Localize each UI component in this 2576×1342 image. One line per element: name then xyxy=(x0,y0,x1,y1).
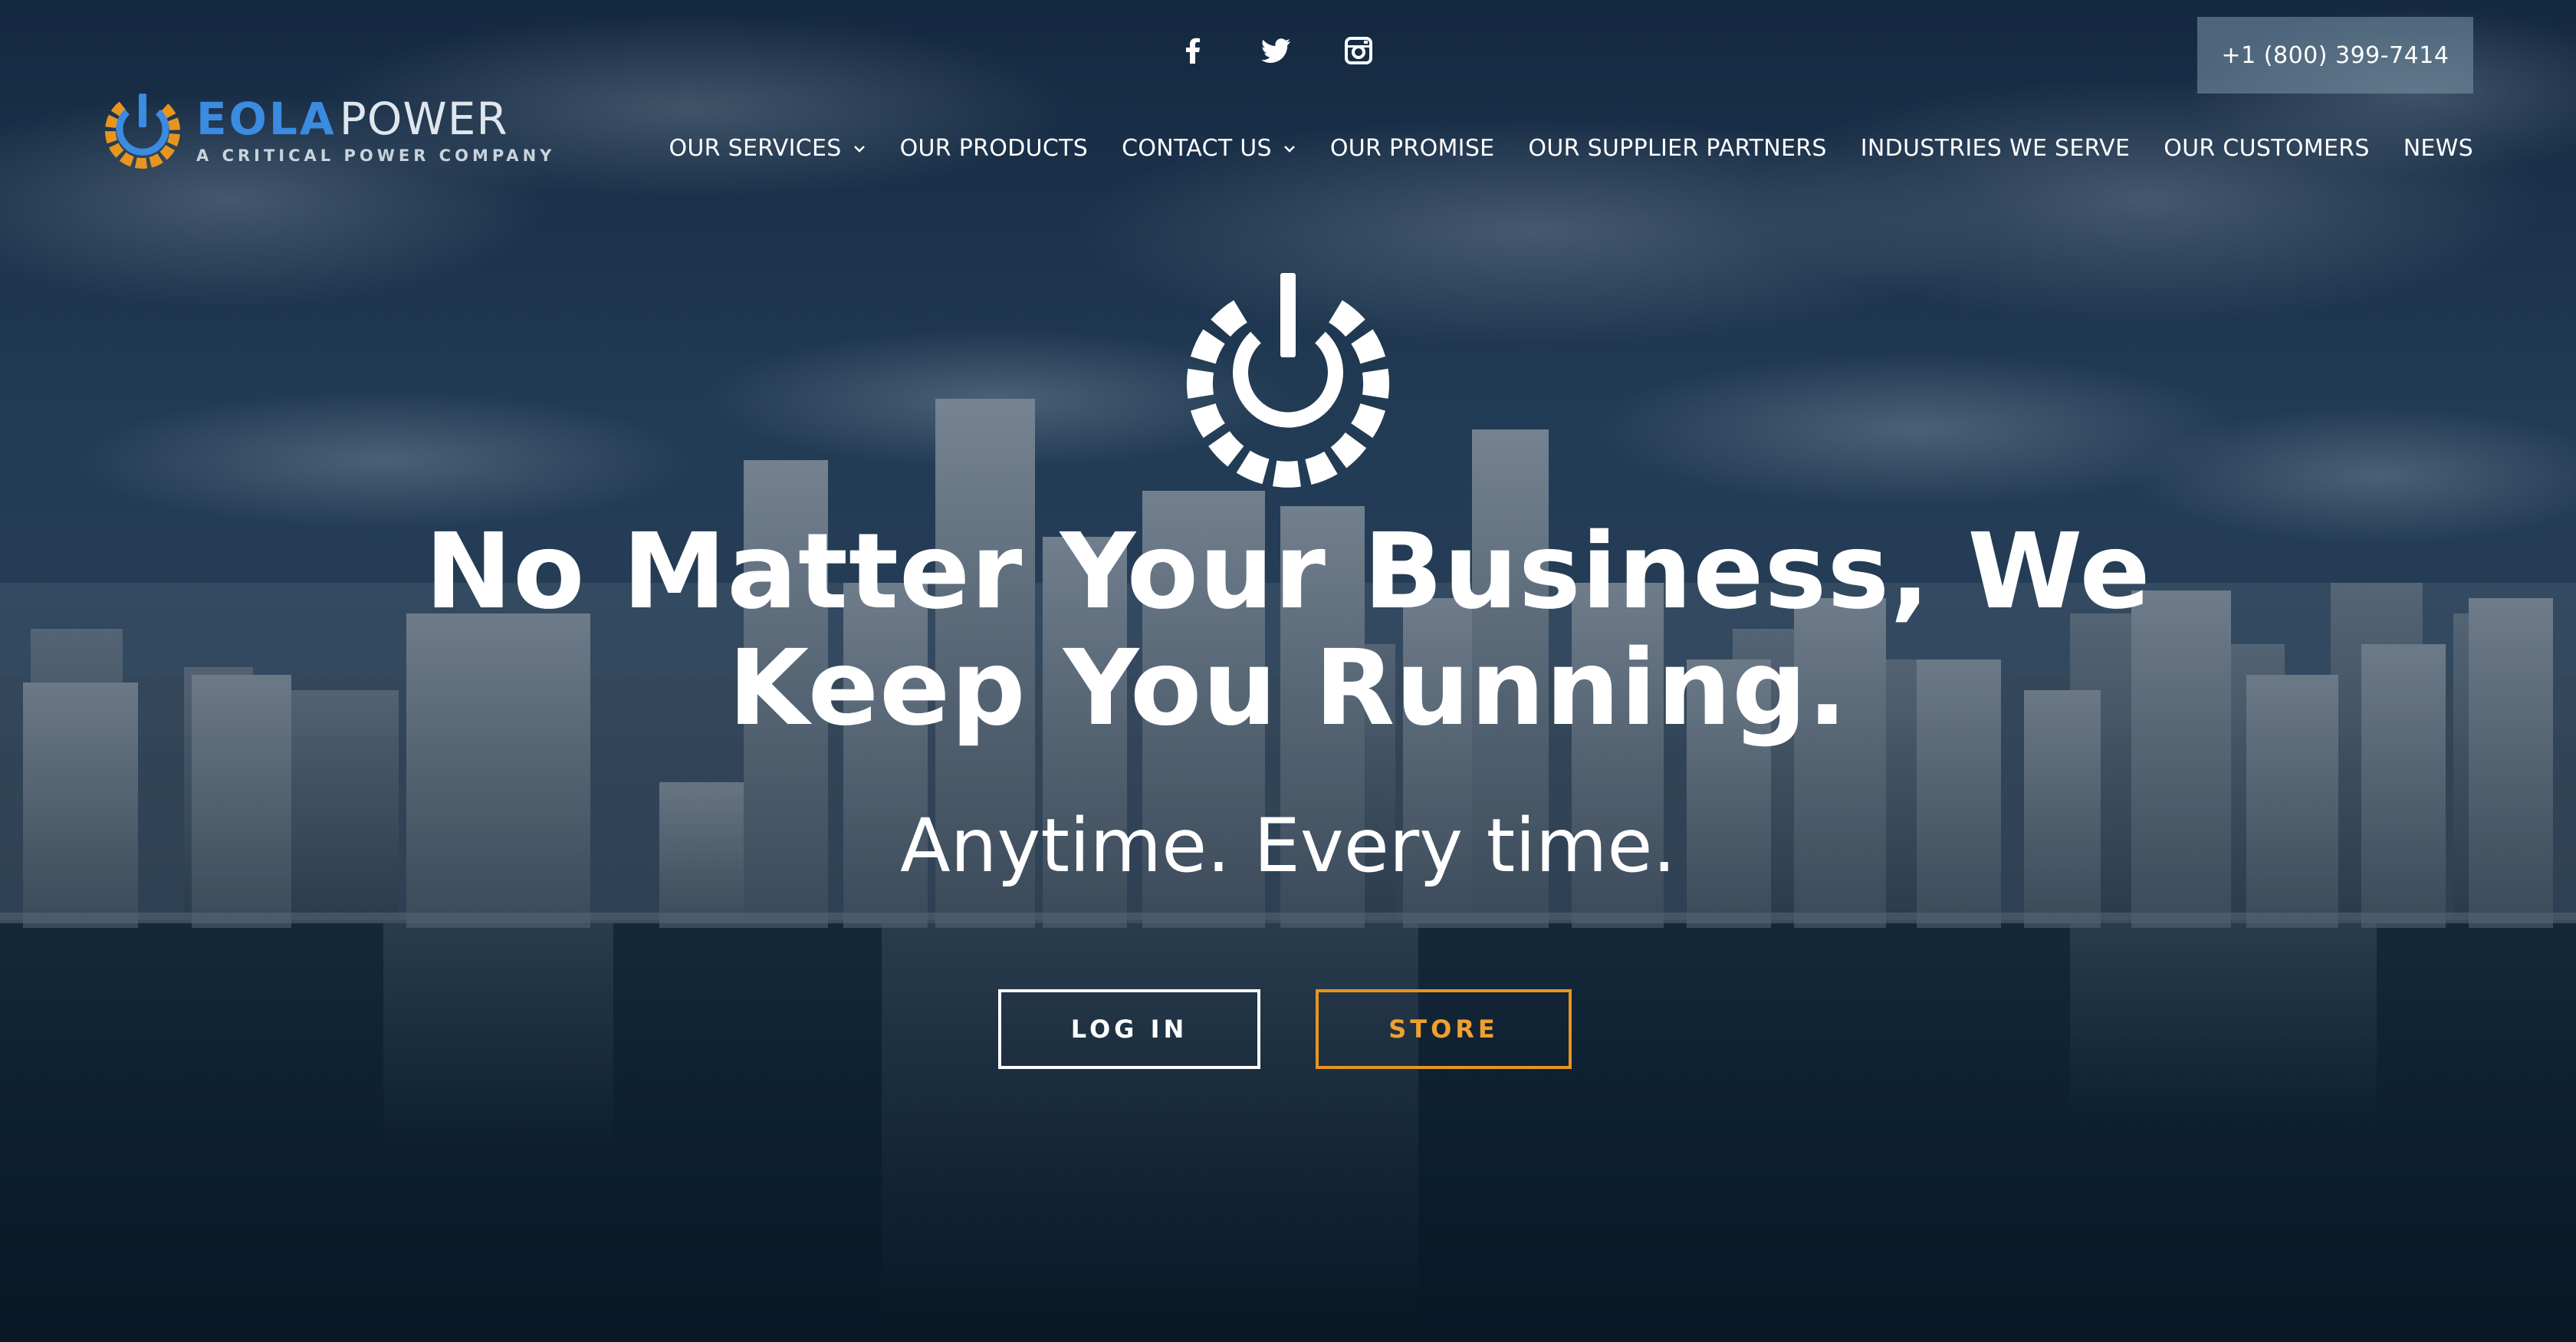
nav-item-label: OUR SUPPLIER PARTNERS xyxy=(1528,135,1827,162)
nav-item-our-products[interactable]: OUR PRODUCTS xyxy=(900,135,1088,162)
chevron-down-icon xyxy=(1283,142,1296,156)
nav-item-our-supplier-partners[interactable]: OUR SUPPLIER PARTNERS xyxy=(1528,135,1826,162)
social-links xyxy=(1173,34,1378,67)
store-button[interactable]: STORE xyxy=(1316,989,1572,1069)
nav-item-label: CONTACT US xyxy=(1122,135,1272,162)
hero-title: No Matter Your Business, We Keep You Run… xyxy=(0,514,2576,747)
nav-item-label: NEWS xyxy=(2403,135,2473,162)
site-logo[interactable]: EOLA POWER A CRITICAL POWER COMPANY xyxy=(100,90,555,170)
nav-item-label: OUR PRODUCTS xyxy=(899,135,1089,162)
nav-item-label: OUR CUSTOMERS xyxy=(2164,135,2370,162)
store-button-label: STORE xyxy=(1388,1015,1499,1044)
instagram-icon[interactable] xyxy=(1339,34,1378,67)
nav-item-label: OUR SERVICES xyxy=(669,135,842,162)
nav-item-label: OUR PROMISE xyxy=(1329,135,1495,162)
hero-title-line1: No Matter Your Business, We xyxy=(425,511,2151,633)
nav-item-our-services[interactable]: OUR SERVICES xyxy=(669,135,866,162)
nav-item-our-customers[interactable]: OUR CUSTOMERS xyxy=(2164,135,2369,162)
nav-item-industries-we-serve[interactable]: INDUSTRIES WE SERVE xyxy=(1861,135,2130,162)
nav-item-label: INDUSTRIES WE SERVE xyxy=(1860,135,2131,162)
hero-title-line2: Keep You Running. xyxy=(728,628,1848,749)
logo-brand-power: POWER xyxy=(339,93,508,145)
facebook-icon[interactable] xyxy=(1173,34,1213,67)
page: +1 (800) 399-7414 EOLA POWER A CRITICAL … xyxy=(0,0,2576,1342)
nav-item-our-promise[interactable]: OUR PROMISE xyxy=(1330,135,1495,162)
login-button[interactable]: LOG IN xyxy=(998,989,1260,1069)
logo-tagline: A CRITICAL POWER COMPANY xyxy=(196,146,556,165)
power-logo-icon xyxy=(105,94,180,169)
main-nav: OUR SERVICES OUR PRODUCTS CONTACT US OUR… xyxy=(669,135,2473,162)
hero-subtitle: Anytime. Every time. xyxy=(900,803,1676,889)
power-icon xyxy=(1186,273,1390,488)
nav-item-news[interactable]: NEWS xyxy=(2404,135,2473,162)
nav-item-contact-us[interactable]: CONTACT US xyxy=(1122,135,1296,162)
login-button-label: LOG IN xyxy=(1070,1015,1188,1044)
phone-number: +1 (800) 399-7414 xyxy=(2221,41,2450,69)
twitter-icon[interactable] xyxy=(1256,34,1296,67)
phone-button[interactable]: +1 (800) 399-7414 xyxy=(2197,17,2473,94)
logo-brand-eola: EOLA xyxy=(196,93,337,145)
chevron-down-icon xyxy=(853,142,866,156)
